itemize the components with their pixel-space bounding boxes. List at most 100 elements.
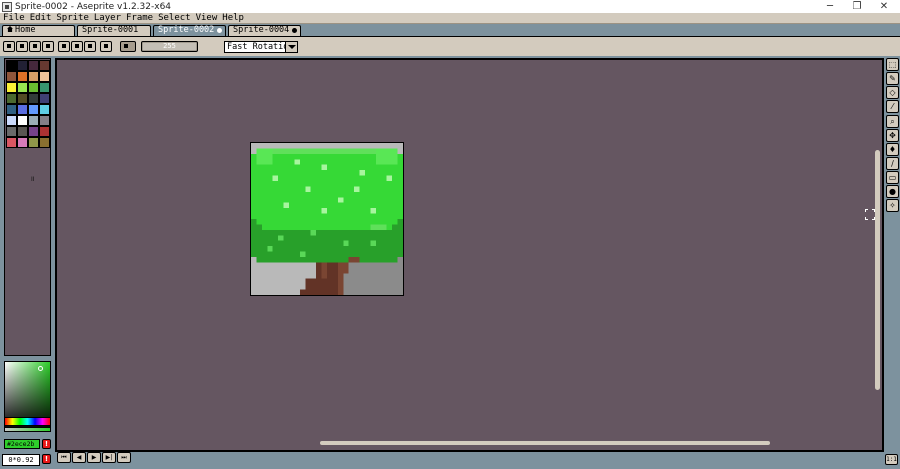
rectangle-icon[interactable]: ▭ [886,171,899,184]
palette-more-indicator: II [31,176,35,183]
palette-swatch[interactable] [28,137,39,148]
tab-sprite-0004[interactable]: Sprite-0004 [228,25,301,36]
menu-file[interactable]: File [0,13,27,23]
next-frame-button[interactable]: ▶| [102,452,116,463]
palette-swatch[interactable] [17,82,28,93]
palette-swatch[interactable] [39,137,50,148]
menu-bar: File Edit Sprite Layer Frame Select View… [0,13,900,24]
palette-swatch[interactable] [39,93,50,104]
transparent-color-icon[interactable] [120,41,136,52]
palette-swatch[interactable] [28,115,39,126]
warning-icon[interactable]: ! [42,439,51,449]
horizontal-scroll-thumb[interactable] [320,441,770,445]
palette-swatch[interactable] [6,71,17,82]
opacity-slider[interactable]: 255 [141,41,198,52]
palette-swatch[interactable] [6,137,17,148]
palette-swatch[interactable] [6,93,17,104]
paint-bucket-icon[interactable]: ♦ [886,143,899,156]
aseprite-app-icon [2,1,12,12]
palette-swatch[interactable] [39,115,50,126]
modified-dot-icon[interactable] [217,28,222,33]
pencil-icon[interactable]: ✎ [886,72,899,85]
maximize-icon[interactable]: ❐ [842,0,872,13]
marquee-icon[interactable]: ⬚ [886,58,899,71]
background-color-button[interactable]: 0*0.92 [2,454,40,466]
palette-swatch[interactable] [39,82,50,93]
palette-swatch[interactable] [28,71,39,82]
zoom-reset-button[interactable]: 1:1 [885,454,898,465]
focus-corners-icon [865,209,875,220]
chevron-down-icon[interactable] [285,42,297,52]
palette-swatch[interactable] [28,60,39,71]
vertical-scrollbar[interactable] [875,60,881,445]
menu-frame[interactable]: Frame [123,13,155,23]
palette-swatch[interactable] [28,82,39,93]
palette-swatch[interactable] [17,60,28,71]
previous-frame-button[interactable]: ◀ [72,452,86,463]
replace-selection-icon[interactable] [58,41,70,52]
foreground-color-button[interactable]: #2ece2b [4,439,40,449]
palette-swatch[interactable] [39,71,50,82]
lock-icon[interactable] [3,41,15,52]
arrow-down-icon[interactable] [16,41,28,52]
palette-swatch[interactable] [6,60,17,71]
ellipse-icon[interactable]: ● [886,185,899,198]
add-selection-icon[interactable] [71,41,83,52]
palette-swatch[interactable] [6,115,17,126]
sprite-canvas[interactable] [250,142,404,296]
palette-swatch[interactable] [39,60,50,71]
menu-help[interactable]: Help [219,13,246,23]
palette-swatch[interactable] [28,126,39,137]
palette-swatch[interactable] [17,115,28,126]
palette-swatch[interactable] [28,104,39,115]
line-icon[interactable]: ∕ [886,157,899,170]
picker-cursor[interactable] [38,366,43,371]
palette-swatch[interactable] [28,93,39,104]
menu-edit[interactable]: Edit [27,13,54,23]
tool-bar: ⬚ ✎ ◇ ⁄ ⌕ ✥ ♦ ∕ ▭ ● ✧ [884,56,900,469]
home-icon [7,26,13,32]
editor-canvas-area[interactable] [57,60,882,450]
menu-select[interactable]: Select [155,13,193,23]
tab-sprite-0001[interactable]: Sprite-0001 [77,25,151,36]
rotation-algorithm-select[interactable]: Fast Rotation [224,41,298,53]
zoom-icon[interactable]: ⌕ [886,115,899,128]
subtract-selection-icon[interactable] [84,41,96,52]
palette-swatch[interactable] [39,126,50,137]
palette-swatch[interactable] [17,104,28,115]
palette-swatch[interactable] [6,82,17,93]
eraser-icon[interactable]: ◇ [886,86,899,99]
palette-swatch[interactable] [17,126,28,137]
hue-slider[interactable] [4,417,51,426]
minimize-icon[interactable]: ─ [815,0,845,13]
tab-sprite-0002[interactable]: Sprite-0002 [153,25,226,36]
palette-swatch[interactable] [17,93,28,104]
close-icon[interactable]: ✕ [869,0,899,13]
status-bar: ⏮ ◀ ▶ ▶| ⏭ [55,452,884,469]
palette-swatch[interactable] [17,71,28,82]
horizontal-scrollbar[interactable] [60,441,875,446]
first-frame-button[interactable]: ⏮ [57,452,71,463]
tab-home[interactable]: Home [2,25,75,36]
vertical-scroll-thumb[interactable] [875,150,880,390]
palette-swatch[interactable] [6,126,17,137]
palette-swatch[interactable] [6,104,17,115]
square-icon[interactable] [29,41,41,52]
palette-swatch[interactable] [39,104,50,115]
menu-layer[interactable]: Layer [91,13,123,23]
rotation-algorithm-value: Fast Rotation [227,42,294,52]
last-frame-button[interactable]: ⏭ [117,452,131,463]
menu-view[interactable]: View [193,13,220,23]
eyedropper-icon[interactable]: ⁄ [886,100,899,113]
blur-icon[interactable]: ✧ [886,199,899,212]
alpha-slider[interactable] [4,427,51,432]
intersect-selection-icon[interactable] [100,41,112,52]
menu-sprite[interactable]: Sprite [53,13,91,23]
play-button[interactable]: ▶ [87,452,101,463]
sprite-editor[interactable] [55,58,884,452]
move-icon[interactable]: ✥ [886,129,899,142]
modified-dot-icon[interactable] [292,28,297,33]
palette-swatch[interactable] [17,137,28,148]
warning-icon[interactable]: ! [42,454,51,464]
selection-mode-icon[interactable] [42,41,54,52]
